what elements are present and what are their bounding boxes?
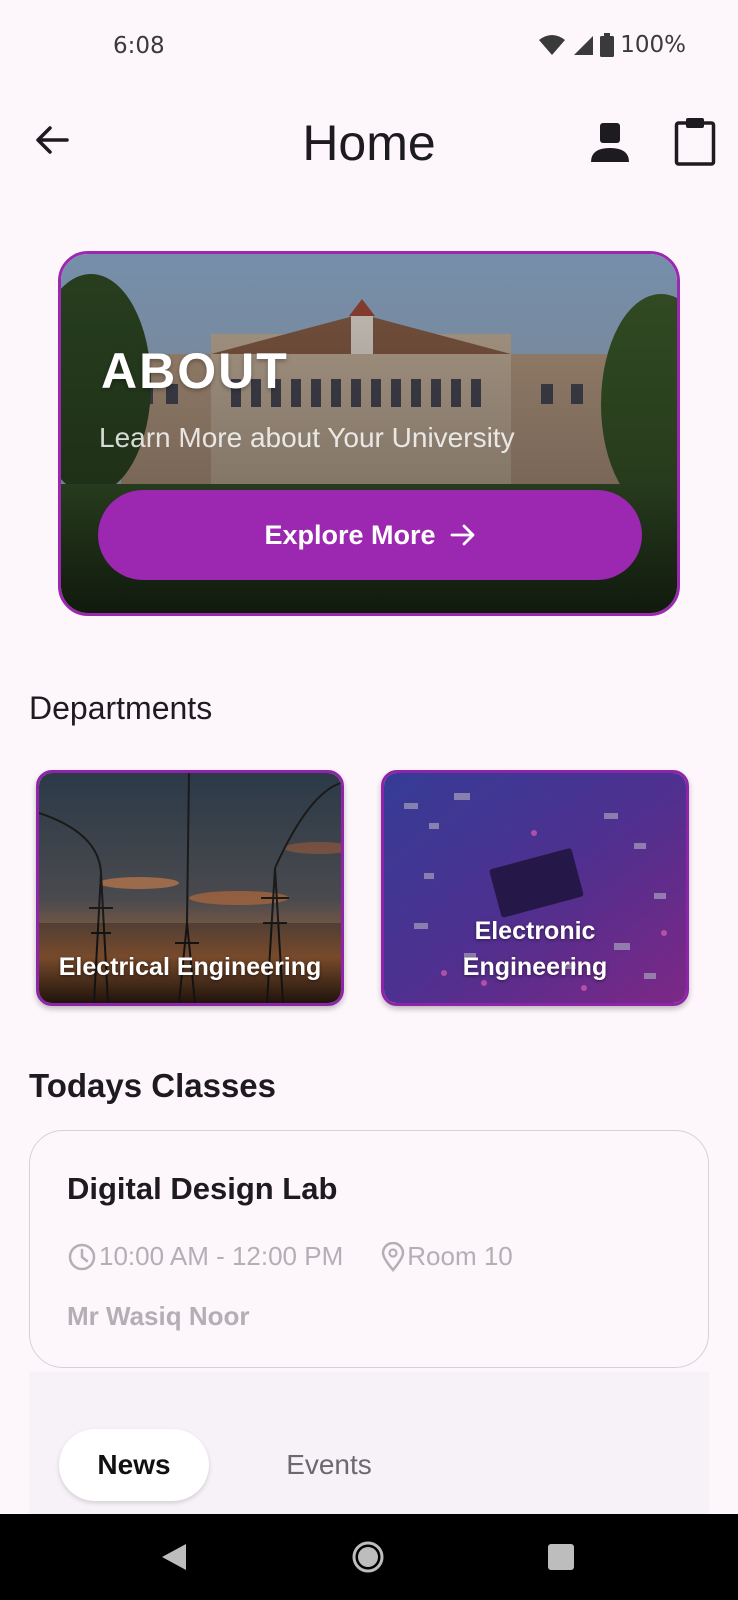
class-teacher: Mr Wasiq Noor [67,1301,250,1331]
about-subtitle: Learn More about Your University [99,422,515,453]
clipboard-button[interactable] [670,114,720,170]
class-card[interactable]: Digital Design Lab 10:00 AM - 12:00 PM R… [29,1130,709,1368]
explore-more-label: Explore More [264,519,436,550]
nav-back-button[interactable] [156,1539,192,1575]
about-heading: ABOUT [101,343,289,399]
battery-icon [600,33,615,57]
battery-percent: 100% [620,32,686,58]
news-events-tabs: News Events [29,1372,709,1514]
person-icon [591,123,629,162]
signal-icon [572,34,594,56]
nav-recents-button[interactable] [543,1539,579,1575]
arrow-right-icon [450,524,474,546]
nav-back-icon [162,1544,186,1570]
nav-recents-icon [548,1544,574,1570]
clock-icon [67,1242,97,1272]
tab-news[interactable]: News [59,1429,209,1501]
status-icons: 100% [538,32,686,58]
department-card-electrical[interactable]: Electrical Engineering [36,770,344,1006]
explore-more-button[interactable]: Explore More [98,490,642,580]
nav-home-icon [352,1541,384,1573]
department-label: Electrical Engineering [58,953,322,981]
nav-home-button[interactable] [350,1539,386,1575]
location-pin-icon [381,1241,405,1272]
department-label: Electronic Engineering [462,917,608,981]
class-time: 10:00 AM - 12:00 PM [99,1241,344,1271]
todays-classes-title: Todays Classes [29,1067,277,1104]
status-bar: 6:08 100% [0,0,738,96]
class-room: Room 10 [407,1241,513,1271]
departments-title: Departments [29,690,213,726]
system-nav-bar [0,1514,738,1600]
department-card-electronic[interactable]: Electronic Engineering [381,770,689,1006]
app-bar: Home [0,96,738,192]
status-time: 6:08 [113,33,165,59]
about-card: ABOUT Learn More about Your University E… [58,251,680,616]
tab-events[interactable]: Events [259,1429,399,1501]
class-meta: 10:00 AM - 12:00 PM Room 10 [67,1241,513,1272]
clipboard-icon [674,118,716,166]
class-room-group: Room 10 [381,1241,513,1272]
wifi-icon [538,33,566,57]
class-name: Digital Design Lab [67,1171,338,1206]
profile-button[interactable] [586,118,634,166]
